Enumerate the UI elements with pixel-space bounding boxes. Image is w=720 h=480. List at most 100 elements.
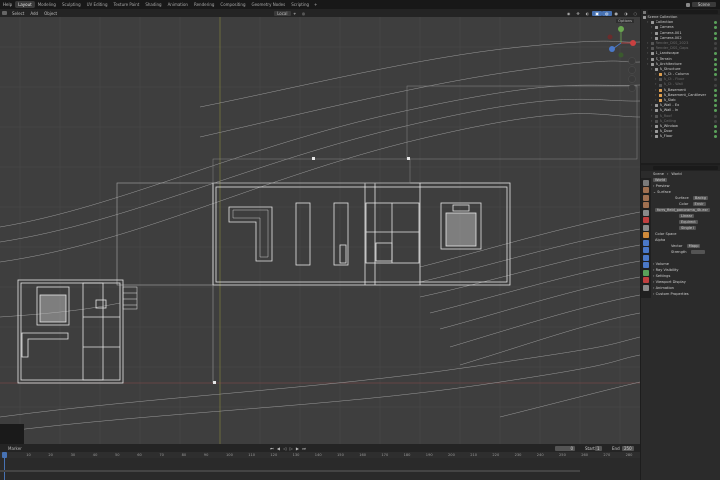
menu-add[interactable]: Add	[27, 11, 41, 16]
tab-texture-paint[interactable]: Texture Paint	[111, 1, 143, 8]
outliner-row[interactable]: › A_Floor	[641, 134, 720, 139]
visibility-toggle-icon[interactable]	[714, 67, 717, 71]
disclosure-chevron-icon[interactable]: ›	[647, 20, 650, 25]
viewport-options-label[interactable]: Options	[616, 19, 634, 23]
object-tab-icon[interactable]	[643, 232, 649, 238]
visibility-toggle-icon[interactable]	[714, 119, 717, 123]
tab-animation[interactable]: Animation	[165, 1, 191, 8]
visibility-toggle-icon[interactable]	[714, 78, 717, 82]
menu-help[interactable]: Help	[0, 2, 15, 7]
menu-select[interactable]: Select	[9, 11, 27, 16]
tab-modeling[interactable]: Modeling	[35, 1, 59, 8]
visibility-toggle-icon[interactable]	[714, 114, 717, 118]
scene-tab-icon[interactable]	[643, 209, 649, 216]
proportional-icon[interactable]: ◎	[299, 11, 309, 16]
tab-geometry-nodes[interactable]: Geometry Nodes	[248, 1, 288, 8]
tab-rendering[interactable]: Rendering	[191, 1, 217, 8]
overlay-icon[interactable]: ◐	[583, 11, 593, 16]
output-tab-icon[interactable]	[643, 194, 649, 201]
modifier-tab-icon[interactable]	[643, 239, 649, 246]
visibility-toggle-icon[interactable]	[714, 125, 717, 129]
add-workspace-icon[interactable]: +	[312, 2, 319, 7]
shading-wireframe-icon[interactable]: ◍	[602, 10, 612, 16]
tab-shading[interactable]: Shading	[142, 1, 164, 8]
view-layer-tab-icon[interactable]	[643, 202, 649, 208]
visibility-toggle-icon[interactable]	[714, 36, 717, 40]
visibility-toggle-icon[interactable]	[714, 135, 717, 139]
visibility-toggle-icon[interactable]	[714, 47, 717, 51]
color-value[interactable]: Envir	[692, 202, 706, 206]
image-name-field[interactable]: forrs_field_panorama_4k.exr	[655, 208, 710, 212]
extension-select[interactable]: Single I	[679, 226, 697, 230]
start-label: Start	[585, 445, 595, 451]
disclosure-chevron-icon[interactable]: ›	[651, 36, 654, 41]
disclosure-chevron-icon[interactable]: ›	[651, 134, 654, 139]
transform-orientation[interactable]: Local	[274, 10, 291, 16]
tab-sculpting[interactable]: Sculpting	[59, 1, 84, 8]
tab-compositing[interactable]: Compositing	[217, 1, 248, 8]
world-tab-icon[interactable]	[643, 217, 649, 223]
visibility-toggle-icon[interactable]	[714, 42, 717, 46]
shading-rendered-icon[interactable]: ○	[631, 11, 641, 16]
disclosure-chevron-icon[interactable]: ›	[655, 98, 658, 103]
visibility-toggle-icon[interactable]	[714, 109, 717, 113]
editor-type-icon[interactable]	[2, 11, 7, 15]
visibility-toggle-icon[interactable]	[714, 130, 717, 134]
disclosure-chevron-icon[interactable]: ›	[651, 67, 654, 72]
viewport-canvas[interactable]	[0, 17, 640, 444]
material-tab-icon[interactable]	[643, 277, 649, 283]
visibility-toggle-icon[interactable]	[714, 99, 717, 103]
particles-tab-icon[interactable]	[643, 247, 649, 253]
properties-search[interactable]	[653, 166, 718, 170]
playback-controls[interactable]: ⏮ ◀ ◁ ▷ ▶ ⏭	[270, 446, 307, 451]
visibility-toggle-icon[interactable]	[714, 57, 717, 61]
vector-value[interactable]: Mapp	[686, 244, 701, 248]
xray-icon[interactable]: ▣	[592, 10, 602, 16]
visibility-toggle-icon[interactable]	[714, 104, 717, 108]
visibility-toggle-icon[interactable]	[714, 21, 717, 25]
timeline[interactable]: 0102030405060708090100110120130140150160…	[0, 452, 640, 480]
interpolation-select[interactable]: Linear	[679, 214, 695, 218]
scene-selector[interactable]: Scene	[691, 2, 716, 7]
tab-scripting[interactable]: Scripting	[288, 1, 312, 8]
constraints-tab-icon[interactable]	[643, 262, 649, 268]
end-value[interactable]: 250	[622, 445, 634, 451]
visibility-toggle-icon[interactable]	[714, 52, 717, 56]
panel-custom-properties[interactable]: › Custom Properties	[641, 291, 720, 297]
timeline-scroll[interactable]	[0, 470, 580, 472]
visibility-toggle-icon[interactable]	[714, 31, 717, 35]
strength-field[interactable]	[690, 250, 705, 254]
visibility-toggle-icon[interactable]	[714, 93, 717, 97]
outliner-search-input[interactable]	[648, 10, 718, 14]
visibility-toggle-icon[interactable]	[714, 62, 717, 66]
visibility-toggle-icon[interactable]	[714, 26, 717, 30]
physics-tab-icon[interactable]	[643, 254, 649, 261]
collection-tab-icon[interactable]	[643, 224, 649, 231]
texture-tab-icon[interactable]	[643, 284, 649, 291]
visibility-toggle-icon[interactable]	[714, 83, 717, 87]
menu-marker[interactable]: Marker	[8, 446, 22, 451]
visibility-toggle-icon[interactable]	[714, 73, 717, 77]
outliner-filter-icon[interactable]	[643, 10, 646, 14]
tab-uv-editing[interactable]: UV Editing	[84, 1, 111, 8]
surface-value[interactable]: Backg	[692, 196, 708, 200]
tool-tab-icon[interactable]	[643, 179, 649, 186]
disclosure-chevron-icon[interactable]: ›	[647, 62, 650, 67]
start-value[interactable]: 1	[595, 445, 602, 451]
current-frame-field[interactable]: 0	[555, 445, 575, 451]
visibility-toggle-icon[interactable]	[714, 88, 717, 92]
render-tab-icon[interactable]	[643, 187, 649, 193]
visibility-icon[interactable]: ◉	[564, 11, 574, 16]
projection-select[interactable]: Equirect	[679, 220, 698, 224]
gizmo-icon[interactable]: ✥	[573, 11, 582, 16]
timeline-header: Marker ⏮ ◀ ◁ ▷ ▶ ⏭ 0 Start 1 End 250	[0, 444, 640, 452]
shading-material-icon[interactable]: ◑	[621, 11, 631, 16]
snap-icon[interactable]: ⌖	[291, 11, 299, 16]
menu-object[interactable]: Object	[41, 11, 60, 16]
world-datablock[interactable]: World	[653, 178, 668, 182]
tab-layout[interactable]: Layout	[15, 1, 35, 8]
3d-viewport[interactable]: Options	[0, 17, 640, 444]
data-tab-icon[interactable]	[643, 269, 649, 276]
ruler-tick-label: 210	[470, 452, 478, 457]
shading-solid-icon[interactable]: ●	[612, 11, 622, 16]
